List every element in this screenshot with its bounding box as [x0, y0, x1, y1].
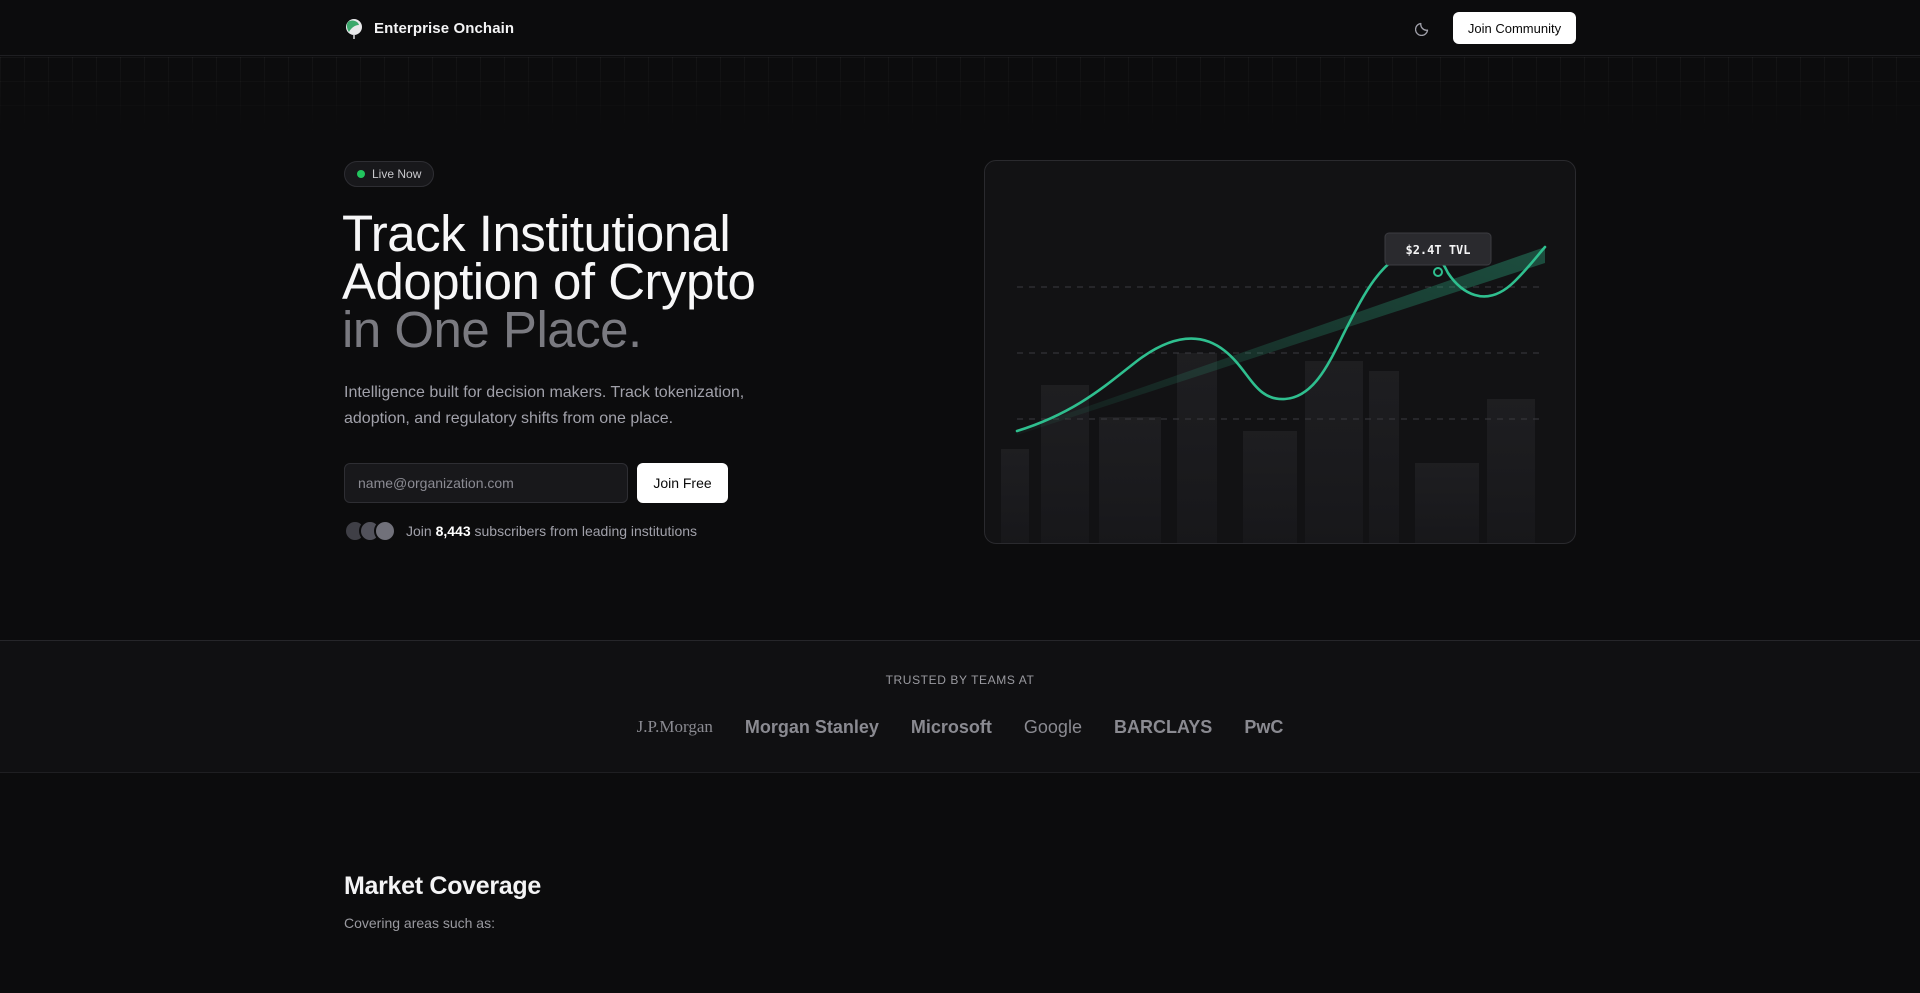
- hero-title-line-2: Adoption of Crypto: [342, 253, 756, 310]
- leaf-globe-logo-icon: [346, 19, 362, 39]
- tooltip-text: $2.4T TVL: [1405, 243, 1470, 257]
- google-logo: Google: [1023, 716, 1082, 737]
- bg-bar: [1177, 353, 1217, 543]
- trusted-by-section: [0, 640, 1920, 773]
- hero-title-line-1: Track Institutional: [342, 205, 731, 262]
- live-status-dot: [357, 170, 365, 178]
- moon-icon: [1415, 22, 1429, 36]
- hero-subtitle: Intelligence built for decision makers. …: [344, 384, 745, 427]
- trusted-by-label: TRUSTED BY TEAMS AT: [885, 673, 1035, 687]
- bg-bar: [1305, 361, 1363, 543]
- bg-bar: [1243, 431, 1297, 543]
- trend-band: [1017, 247, 1545, 435]
- barclays-logo: BARCLAYS: [1113, 716, 1213, 737]
- partner-logos: J.P.Morgan Morgan Stanley Microsoft Goog…: [0, 712, 1920, 742]
- avatar-stack: [344, 520, 396, 542]
- jpmorgan-logo: J.P.Morgan: [636, 717, 713, 736]
- grid-background: [0, 57, 1920, 137]
- pwc-logo: PwC: [1244, 716, 1284, 737]
- hero-chart-card: $2.4T TVL: [984, 160, 1576, 544]
- bg-bar: [1099, 417, 1161, 543]
- hero-title-line-3: in One Place.: [342, 301, 642, 358]
- email-input[interactable]: [344, 463, 628, 503]
- subscriber-text: Join 8,443 subscribers from leading inst…: [406, 523, 697, 539]
- chart-tooltip: $2.4T TVL: [1384, 232, 1492, 266]
- bg-bar: [1369, 371, 1399, 543]
- badge-label: Live Now: [372, 167, 422, 181]
- live-now-badge: Live Now: [344, 161, 435, 187]
- join-free-button[interactable]: Join Free: [637, 463, 728, 503]
- bg-bar: [1001, 449, 1029, 543]
- microsoft-logo: Microsoft: [910, 716, 992, 737]
- hero-chart-illustration: $2.4T TVL: [1001, 232, 1547, 543]
- morgan-stanley-logo: Morgan Stanley: [744, 716, 879, 737]
- subscriber-count: Join 8,443 subscribers from leading inst…: [344, 520, 697, 542]
- subscriber-number: 8,443: [435, 523, 471, 539]
- subscriber-suffix: subscribers from leading institutions: [474, 523, 698, 539]
- subscriber-prefix: Join: [406, 523, 432, 539]
- brand-name: Enterprise Onchain: [374, 19, 515, 37]
- chart-point-marker: [1433, 267, 1443, 277]
- bg-bar: [1415, 463, 1479, 543]
- market-coverage-title: Market Coverage: [344, 872, 541, 900]
- hero-title: Track Institutional Adoption of Crypto i…: [342, 205, 862, 358]
- join-community-button[interactable]: Join Community: [1453, 12, 1576, 44]
- site-header: Enterprise Onchain Join Community: [0, 0, 1920, 56]
- market-coverage-subtitle: Covering areas such as:: [344, 915, 495, 931]
- bg-bar: [1487, 399, 1535, 543]
- brand-logo[interactable]: Enterprise Onchain: [344, 16, 514, 40]
- theme-toggle-button[interactable]: [1412, 17, 1434, 39]
- avatar: [374, 520, 396, 542]
